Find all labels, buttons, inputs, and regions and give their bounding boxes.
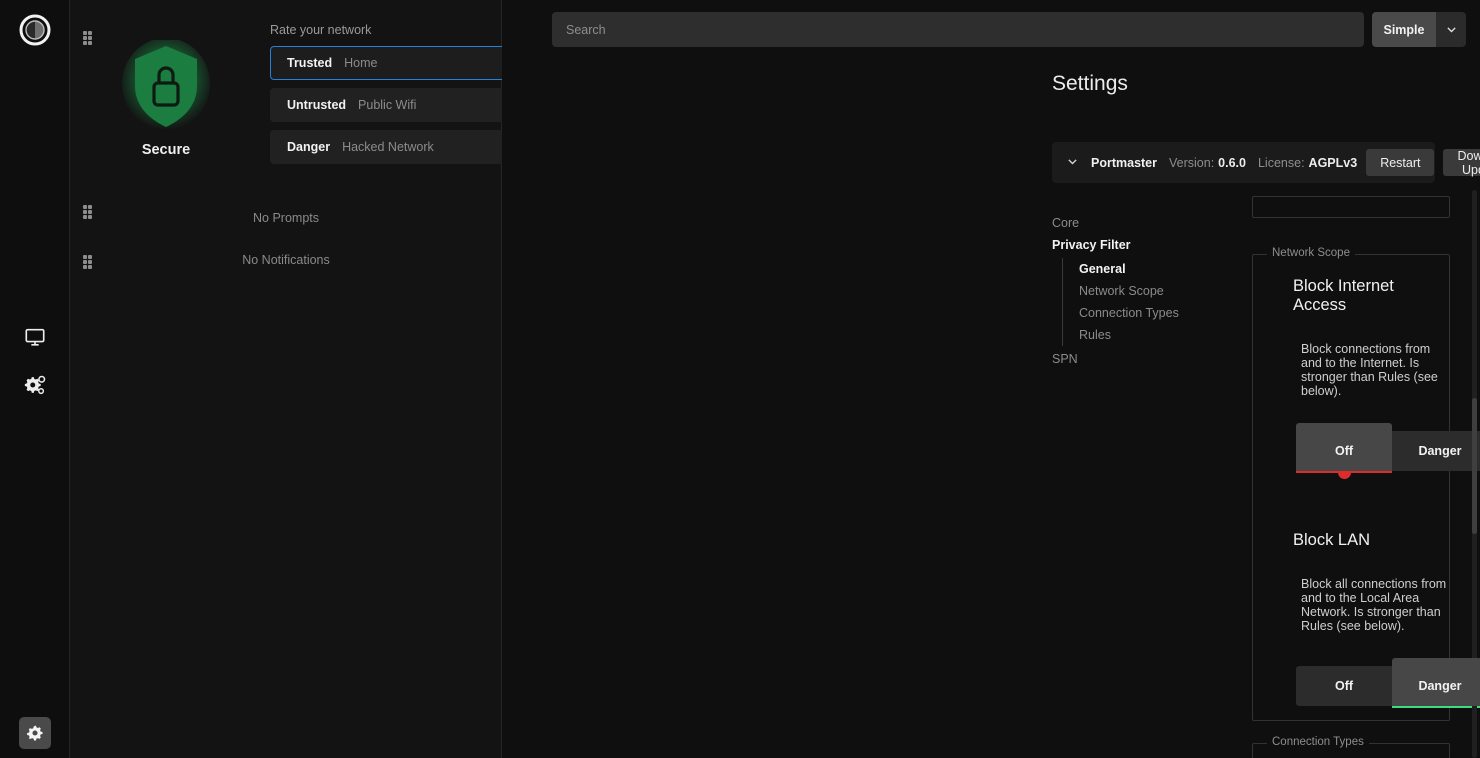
section-legend: Network Scope — [1267, 247, 1355, 259]
chevron-down-icon[interactable] — [1436, 12, 1466, 47]
nav-subitem-general[interactable]: General — [1079, 258, 1232, 280]
gears-icon[interactable] — [22, 372, 48, 398]
portmaster-logo-icon[interactable] — [18, 13, 52, 47]
segment-track[interactable] — [1296, 465, 1480, 479]
shield-lock-icon — [121, 38, 211, 136]
page-title: Settings — [1052, 72, 1128, 95]
network-option-description: Home — [344, 56, 378, 70]
setting-block-lan: Block LAN Block all connections from and… — [1293, 485, 1480, 720]
segment-off[interactable]: Off — [1296, 666, 1392, 706]
version-value: 0.6.0 — [1218, 155, 1246, 170]
icon-rail — [0, 0, 70, 758]
version-bar: Portmaster Version: 0.6.0 License: AGPLv… — [1052, 142, 1480, 183]
network-option-description: Hacked Network — [342, 140, 434, 154]
network-option-name: Trusted — [287, 56, 333, 70]
gear-icon — [27, 725, 43, 741]
version-label: Version: — [1169, 155, 1215, 170]
settings-main-area: Simple Settings Portmaster Version: 0.6.… — [502, 0, 1480, 758]
nav-subitems: General Network Scope Connection Types R… — [1062, 258, 1232, 346]
settings-section-network-scope: Network Scope Block Internet Access Bloc… — [1252, 247, 1480, 721]
network-option-name: Untrusted — [287, 98, 347, 112]
network-option-description: Public Wifi — [358, 98, 417, 112]
widget-column: Secure Rate your network Trusted Home Un… — [70, 0, 545, 758]
drag-handle-icon[interactable] — [83, 31, 95, 45]
setting-description: Block all connections from and to the Lo… — [1301, 577, 1447, 633]
prompts-empty-text: No Prompts — [253, 211, 319, 225]
security-status-widget: Secure — [100, 38, 232, 158]
setting-segmented-control: Off Danger Untrusted Trusted — [1296, 658, 1480, 708]
setting-title: Block LAN — [1293, 531, 1371, 549]
restart-button[interactable]: Restart — [1366, 149, 1435, 176]
segment-danger[interactable]: Danger — [1392, 666, 1480, 706]
segment-danger[interactable]: Danger — [1392, 431, 1480, 471]
monitor-icon[interactable] — [22, 324, 48, 350]
security-status-label: Secure — [141, 142, 191, 158]
nav-subitem-connection-types[interactable]: Connection Types — [1079, 302, 1232, 324]
settings-section-connection-types: Connection Types — [1252, 736, 1450, 758]
license-label: License: — [1257, 155, 1305, 170]
nav-subitem-rules[interactable]: Rules — [1079, 324, 1232, 346]
setting-segmented-control: Off Danger Untrusted Trusted — [1296, 423, 1480, 479]
rate-network-heading: Rate your network — [270, 23, 372, 37]
nav-item-privacy-filter[interactable]: Privacy Filter — [1052, 234, 1232, 256]
view-mode-selector[interactable]: Simple — [1372, 12, 1466, 47]
setting-description: Block connections from and to the Intern… — [1301, 342, 1438, 398]
settings-section-previous — [1252, 196, 1450, 218]
version-app-name: Portmaster — [1091, 155, 1157, 170]
nav-item-core[interactable]: Core — [1052, 212, 1232, 234]
setting-title: Block Internet Access — [1293, 277, 1394, 314]
top-bar: Simple — [552, 12, 1466, 47]
segmented-options: Off Danger Untrusted Trusted — [1296, 666, 1480, 708]
segment-off[interactable]: Off — [1296, 431, 1392, 471]
notifications-empty-text: No Notifications — [242, 253, 330, 267]
section-legend: Connection Types — [1267, 736, 1369, 748]
segmented-options: Off Danger Untrusted Trusted — [1296, 431, 1480, 479]
download-updates-button[interactable]: Download Updates — [1443, 149, 1480, 177]
network-option-name: Danger — [287, 140, 331, 154]
nav-subitem-network-scope[interactable]: Network Scope — [1079, 280, 1232, 302]
segment-track[interactable] — [1296, 706, 1480, 708]
setting-block-internet-access: Block Internet Access Block connections … — [1293, 255, 1480, 485]
license-value: AGPLv3 — [1308, 155, 1358, 170]
nav-item-spn[interactable]: SPN — [1052, 348, 1232, 370]
segment-track-fill — [1392, 706, 1480, 708]
settings-content: Network Scope Block Internet Access Bloc… — [1252, 196, 1480, 758]
settings-gear-button[interactable] — [19, 717, 51, 749]
settings-nav: Core Privacy Filter General Network Scop… — [1052, 212, 1232, 370]
chevron-down-icon[interactable] — [1066, 155, 1079, 171]
search-input[interactable] — [552, 12, 1364, 47]
view-mode-label[interactable]: Simple — [1372, 12, 1436, 47]
